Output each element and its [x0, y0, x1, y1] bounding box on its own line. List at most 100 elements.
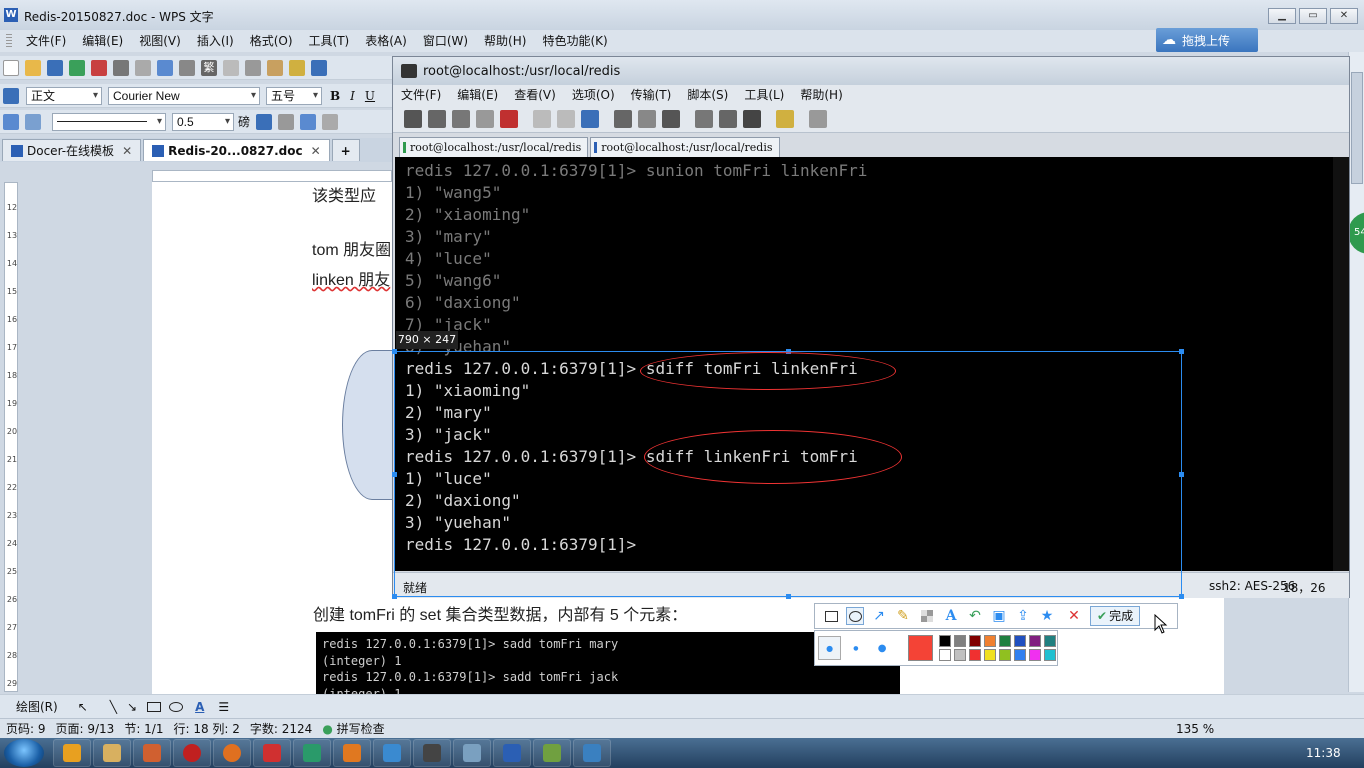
border-icon[interactable] [278, 113, 295, 130]
color-swatch[interactable] [984, 635, 996, 647]
current-color-swatch[interactable] [907, 635, 933, 661]
session-options-icon[interactable] [695, 109, 713, 128]
zoom-level[interactable]: 135 % [1176, 722, 1214, 736]
color-swatch[interactable] [1044, 649, 1056, 661]
ssh-menu-edit[interactable]: 编辑(E) [449, 84, 506, 106]
pdf-icon[interactable] [91, 59, 107, 76]
menu-edit[interactable]: 编辑(E) [74, 30, 131, 52]
taskbar-app[interactable] [493, 739, 531, 767]
line-style-combo[interactable] [52, 112, 166, 131]
open-icon[interactable] [25, 59, 41, 76]
system-clock[interactable]: 11:38 [1306, 746, 1341, 760]
tab-redis-doc[interactable]: Redis-20...0827.doc ✕ [143, 139, 330, 161]
menu-table[interactable]: 表格(A) [357, 30, 415, 52]
export-icon[interactable] [69, 59, 85, 76]
font-color-icon[interactable]: A [195, 700, 204, 714]
taskbar-app[interactable] [453, 739, 491, 767]
ssh-tab-1[interactable]: root@localhost:/usr/local/redis [399, 137, 589, 157]
color-swatch[interactable] [954, 649, 966, 661]
global-options-icon[interactable] [719, 109, 737, 128]
menu-help[interactable]: 帮助(H) [476, 30, 534, 52]
styles-icon[interactable] [3, 87, 19, 104]
save-icon[interactable] [47, 59, 63, 76]
annotation-ellipse[interactable] [640, 352, 896, 390]
text-box-icon[interactable] [3, 113, 19, 130]
color-swatch[interactable] [999, 635, 1011, 647]
maximize-button[interactable]: ▭ [1299, 8, 1327, 24]
print-setup-icon[interactable] [638, 109, 656, 128]
color-swatch[interactable] [984, 649, 996, 661]
tab-redis-doc-close-icon[interactable]: ✕ [311, 144, 321, 158]
spellcheck-icon[interactable] [157, 59, 173, 76]
taskbar-app[interactable] [333, 739, 371, 767]
size-medium-button[interactable]: ● [844, 636, 867, 660]
line-tool-icon[interactable]: ╲ [110, 700, 117, 714]
color-swatch[interactable] [969, 649, 981, 661]
tab-docer[interactable]: Docer-在线模板 ✕ [2, 139, 142, 161]
color-swatch[interactable] [1044, 635, 1056, 647]
format-painter-icon[interactable] [289, 59, 305, 76]
taskbar-app[interactable] [173, 739, 211, 767]
print-icon[interactable] [662, 109, 680, 128]
menu-format[interactable]: 格式(O) [242, 30, 301, 52]
taskbar-app[interactable] [93, 739, 131, 767]
annotation-ellipse[interactable] [644, 430, 902, 484]
taskbar-app[interactable] [53, 739, 91, 767]
style-combo[interactable]: 正文 [26, 86, 102, 105]
color-swatch[interactable] [954, 635, 966, 647]
color-swatch[interactable] [939, 635, 951, 647]
sessions-icon[interactable] [809, 109, 827, 128]
undo-icon[interactable] [311, 59, 327, 76]
taskbar-app[interactable] [533, 739, 571, 767]
font-size-combo[interactable]: 五号 [266, 86, 322, 105]
menu-window[interactable]: 窗口(W) [415, 30, 476, 52]
menu-insert[interactable]: 插入(I) [189, 30, 242, 52]
find-icon[interactable] [581, 109, 599, 128]
document-scrollbar[interactable] [1348, 52, 1364, 692]
arrow-tool-icon[interactable]: ↗ [870, 607, 888, 625]
ssh-menu-transfer[interactable]: 传输(T) [623, 84, 680, 106]
reconnect-icon[interactable] [476, 109, 494, 128]
taskbar-app[interactable] [253, 739, 291, 767]
print-icon[interactable] [113, 59, 129, 76]
quick-connect-icon[interactable] [428, 109, 446, 128]
done-button[interactable]: ✔ 完成 [1090, 606, 1141, 626]
taskbar-app[interactable] [133, 739, 171, 767]
taskbar-app[interactable] [573, 739, 611, 767]
disconnect-icon[interactable] [500, 109, 518, 128]
close-button[interactable]: ✕ [1330, 8, 1358, 24]
color-swatch[interactable] [1014, 635, 1026, 647]
ssh-menu-file[interactable]: 文件(F) [393, 84, 449, 106]
ssh-menu-script[interactable]: 脚本(S) [679, 84, 736, 106]
scrollbar-thumb[interactable] [1351, 72, 1363, 184]
cancel-icon[interactable]: ✕ [1065, 607, 1083, 625]
cut-icon[interactable] [223, 59, 239, 76]
tab-docer-close-icon[interactable]: ✕ [122, 144, 132, 158]
color-swatch[interactable] [969, 635, 981, 647]
layout-icon[interactable] [179, 59, 195, 76]
start-button[interactable] [4, 739, 44, 767]
color-swatch[interactable] [939, 649, 951, 661]
ellipse-tool-icon[interactable] [846, 607, 864, 625]
new-tab-button[interactable]: + [331, 139, 360, 161]
rectangle-tool-icon[interactable] [822, 607, 840, 625]
menu-view[interactable]: 视图(V) [131, 30, 189, 52]
connect-tab-icon[interactable] [452, 109, 470, 128]
size-small-button[interactable]: ● [818, 636, 842, 660]
select-pointer-icon[interactable]: ↖ [78, 700, 88, 714]
new-document-icon[interactable] [3, 59, 19, 76]
color-swatch[interactable] [1029, 649, 1041, 661]
paste-icon[interactable] [557, 109, 575, 128]
taskbar-app[interactable] [213, 739, 251, 767]
copy-icon[interactable] [533, 109, 551, 128]
pen-tool-icon[interactable]: ✎ [894, 607, 912, 625]
paste-icon[interactable] [267, 59, 283, 76]
terminal-scrollbar[interactable] [1333, 157, 1349, 571]
line-style-icon[interactable]: ☰ [218, 700, 229, 714]
preview-icon[interactable] [135, 59, 151, 76]
ssh-menu-options[interactable]: 选项(O) [564, 84, 623, 106]
menu-tools[interactable]: 工具(T) [301, 30, 358, 52]
color-swatch[interactable] [1014, 649, 1026, 661]
menu-special[interactable]: 特色功能(K) [534, 30, 615, 52]
ssh-menu-help[interactable]: 帮助(H) [792, 84, 850, 106]
